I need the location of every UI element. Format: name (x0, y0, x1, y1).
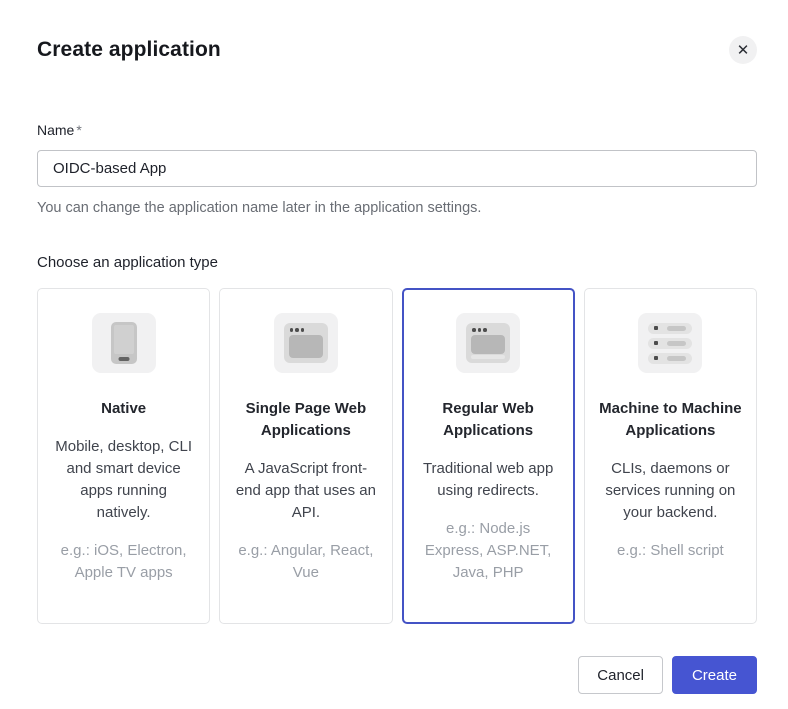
card-examples: e.g.: Node.js Express, ASP.NET, Java, PH… (424, 520, 552, 581)
modal-title: Create application (37, 38, 221, 61)
create-application-modal: Create application ✕ Name* You can chang… (0, 0, 788, 709)
server-rack-icon (638, 313, 703, 373)
browser-server-icon (456, 313, 521, 373)
modal-footer: Cancel Create (37, 656, 757, 694)
card-title: Single Page Web Applications (245, 400, 367, 439)
close-icon: ✕ (736, 41, 750, 59)
card-title: Native (101, 400, 147, 417)
name-helper-text: You can change the application name late… (37, 200, 482, 216)
close-button[interactable]: ✕ (729, 36, 757, 64)
card-examples: e.g.: Angular, React, Vue (238, 542, 374, 581)
cancel-button[interactable]: Cancel (578, 656, 663, 694)
application-type-cards: Native Mobile, desktop, CLI and smart de… (37, 288, 757, 624)
browser-icon (273, 313, 338, 373)
card-examples: e.g.: iOS, Electron, Apple TV apps (60, 542, 187, 581)
card-title: Machine to Machine Applications (599, 400, 742, 439)
card-description: CLIs, daemons or services running on you… (605, 460, 736, 521)
phone-icon (91, 313, 156, 373)
card-examples: e.g.: Shell script (617, 542, 724, 559)
name-field-label: Name * (37, 122, 757, 138)
name-label-text: Name (37, 122, 75, 138)
card-native[interactable]: Native Mobile, desktop, CLI and smart de… (37, 288, 211, 624)
create-button[interactable]: Create (671, 656, 757, 694)
card-description: Mobile, desktop, CLI and smart device ap… (55, 438, 192, 521)
card-description: A JavaScript front-end app that uses an … (235, 460, 376, 521)
modal-header: Create application ✕ (37, 36, 757, 64)
card-title: Regular Web Applications (442, 400, 534, 439)
required-marker: * (76, 122, 82, 138)
card-machine-to-machine[interactable]: Machine to Machine Applications CLIs, da… (583, 288, 757, 624)
card-regular-web[interactable]: Regular Web Applications Traditional web… (401, 288, 575, 624)
application-name-input[interactable] (37, 150, 757, 187)
application-type-label: Choose an application type (37, 254, 218, 271)
card-single-page-web[interactable]: Single Page Web Applications A JavaScrip… (219, 288, 393, 624)
card-description: Traditional web app using redirects. (422, 460, 554, 499)
